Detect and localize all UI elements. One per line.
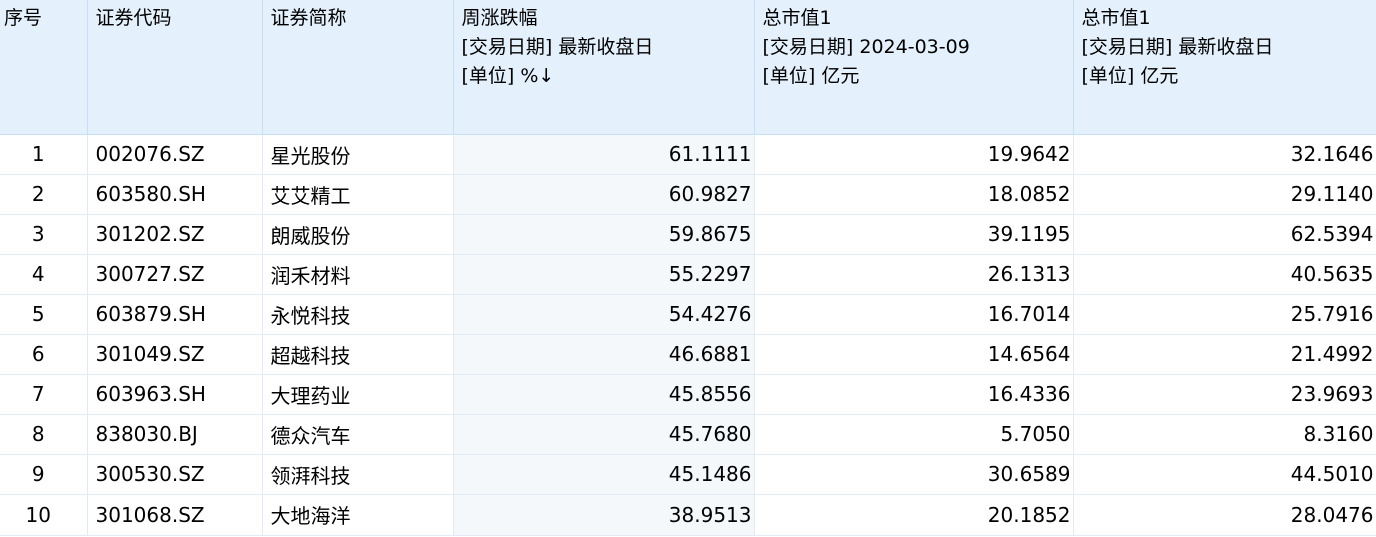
column-header-unit-sorted: [单位] %↓ [461, 65, 555, 87]
column-header-title: 总市值1 [762, 7, 832, 29]
column-header-label: 证券代码 [95, 7, 172, 29]
market-cap-date-value: 18.0852 [754, 174, 1074, 215]
security-name: 领湃科技 [262, 454, 454, 495]
column-header-code[interactable]: 证券代码 [87, 0, 263, 135]
market-cap-latest-value: 8.3160 [1073, 414, 1376, 455]
security-name: 艾艾精工 [262, 174, 454, 215]
weekly-change-value: 45.1486 [453, 454, 755, 495]
security-code: 838030.BJ [87, 414, 263, 455]
market-cap-latest-value: 21.4992 [1073, 334, 1376, 375]
market-cap-latest-value: 29.1140 [1073, 174, 1376, 215]
security-code: 603963.SH [87, 374, 263, 415]
market-cap-latest-value: 44.5010 [1073, 454, 1376, 495]
weekly-change-value: 61.1111 [453, 134, 755, 175]
market-cap-date-value: 5.7050 [754, 414, 1074, 455]
security-name: 星光股份 [262, 134, 454, 175]
column-header-weekly-change[interactable]: 周涨跌幅 [交易日期] 最新收盘日 [单位] %↓ [453, 0, 755, 135]
table-row[interactable]: 2 603580.SH 艾艾精工 60.9827 18.0852 29.1140 [0, 174, 1376, 215]
column-header-date: [交易日期] 2024-03-09 [762, 36, 970, 58]
row-index: 10 [0, 494, 88, 536]
weekly-change-value: 38.9513 [453, 494, 755, 536]
market-cap-date-value: 30.6589 [754, 454, 1074, 495]
table-body: 1 002076.SZ 星光股份 61.1111 19.9642 32.1646… [0, 134, 1376, 536]
column-header-label: 序号 [4, 7, 43, 29]
stock-screener-table: 序号 证券代码 证券简称 周涨跌幅 [交易日期] 最新收盘日 [单位] %↓ 总… [0, 0, 1376, 536]
table-header: 序号 证券代码 证券简称 周涨跌幅 [交易日期] 最新收盘日 [单位] %↓ 总… [0, 0, 1376, 135]
column-header-date: [交易日期] 最新收盘日 [461, 36, 654, 58]
table-row[interactable]: 1 002076.SZ 星光股份 61.1111 19.9642 32.1646 [0, 134, 1376, 175]
security-name: 大理药业 [262, 374, 454, 415]
table-row[interactable]: 10 301068.SZ 大地海洋 38.9513 20.1852 28.047… [0, 494, 1376, 536]
header-row: 序号 证券代码 证券简称 周涨跌幅 [交易日期] 最新收盘日 [单位] %↓ 总… [0, 0, 1376, 135]
market-cap-date-value: 14.6564 [754, 334, 1074, 375]
column-header-date: [交易日期] 最新收盘日 [1081, 36, 1274, 58]
column-header-name[interactable]: 证券简称 [262, 0, 454, 135]
market-cap-date-value: 26.1313 [754, 254, 1074, 295]
market-cap-latest-value: 25.7916 [1073, 294, 1376, 335]
row-index: 6 [0, 334, 88, 375]
market-cap-date-value: 16.4336 [754, 374, 1074, 415]
weekly-change-value: 60.9827 [453, 174, 755, 215]
table-row[interactable]: 4 300727.SZ 润禾材料 55.2297 26.1313 40.5635 [0, 254, 1376, 295]
market-cap-latest-value: 32.1646 [1073, 134, 1376, 175]
column-header-index[interactable]: 序号 [0, 0, 88, 135]
security-name: 朗威股份 [262, 214, 454, 255]
market-cap-date-value: 16.7014 [754, 294, 1074, 335]
row-index: 9 [0, 454, 88, 495]
weekly-change-value: 45.8556 [453, 374, 755, 415]
security-code: 301068.SZ [87, 494, 263, 536]
table-row[interactable]: 9 300530.SZ 领湃科技 45.1486 30.6589 44.5010 [0, 454, 1376, 495]
security-code: 603879.SH [87, 294, 263, 335]
security-code: 300530.SZ [87, 454, 263, 495]
security-code: 002076.SZ [87, 134, 263, 175]
column-header-market-cap-date[interactable]: 总市值1 [交易日期] 2024-03-09 [单位] 亿元 [754, 0, 1074, 135]
table-row[interactable]: 7 603963.SH 大理药业 45.8556 16.4336 23.9693 [0, 374, 1376, 415]
row-index: 5 [0, 294, 88, 335]
security-name: 超越科技 [262, 334, 454, 375]
table-row[interactable]: 6 301049.SZ 超越科技 46.6881 14.6564 21.4992 [0, 334, 1376, 375]
column-header-title: 总市值1 [1081, 7, 1151, 29]
market-cap-latest-value: 40.5635 [1073, 254, 1376, 295]
row-index: 1 [0, 134, 88, 175]
security-name: 大地海洋 [262, 494, 454, 536]
weekly-change-value: 59.8675 [453, 214, 755, 255]
security-name: 德众汽车 [262, 414, 454, 455]
security-name: 润禾材料 [262, 254, 454, 295]
security-code: 603580.SH [87, 174, 263, 215]
table-row[interactable]: 5 603879.SH 永悦科技 54.4276 16.7014 25.7916 [0, 294, 1376, 335]
weekly-change-value: 55.2297 [453, 254, 755, 295]
market-cap-date-value: 19.9642 [754, 134, 1074, 175]
security-code: 300727.SZ [87, 254, 263, 295]
column-header-title: 周涨跌幅 [461, 7, 538, 29]
table-row[interactable]: 8 838030.BJ 德众汽车 45.7680 5.7050 8.3160 [0, 414, 1376, 455]
market-cap-latest-value: 23.9693 [1073, 374, 1376, 415]
market-cap-date-value: 20.1852 [754, 494, 1074, 536]
security-code: 301202.SZ [87, 214, 263, 255]
row-index: 7 [0, 374, 88, 415]
row-index: 2 [0, 174, 88, 215]
table-row[interactable]: 3 301202.SZ 朗威股份 59.8675 39.1195 62.5394 [0, 214, 1376, 255]
weekly-change-value: 45.7680 [453, 414, 755, 455]
security-code: 301049.SZ [87, 334, 263, 375]
column-header-unit: [单位] 亿元 [1081, 65, 1179, 87]
column-header-label: 证券简称 [270, 7, 347, 29]
column-header-unit: [单位] 亿元 [762, 65, 860, 87]
row-index: 3 [0, 214, 88, 255]
market-cap-latest-value: 62.5394 [1073, 214, 1376, 255]
column-header-market-cap-latest[interactable]: 总市值1 [交易日期] 最新收盘日 [单位] 亿元 [1073, 0, 1376, 135]
market-cap-latest-value: 28.0476 [1073, 494, 1376, 536]
weekly-change-value: 46.6881 [453, 334, 755, 375]
row-index: 4 [0, 254, 88, 295]
market-cap-date-value: 39.1195 [754, 214, 1074, 255]
security-name: 永悦科技 [262, 294, 454, 335]
row-index: 8 [0, 414, 88, 455]
weekly-change-value: 54.4276 [453, 294, 755, 335]
